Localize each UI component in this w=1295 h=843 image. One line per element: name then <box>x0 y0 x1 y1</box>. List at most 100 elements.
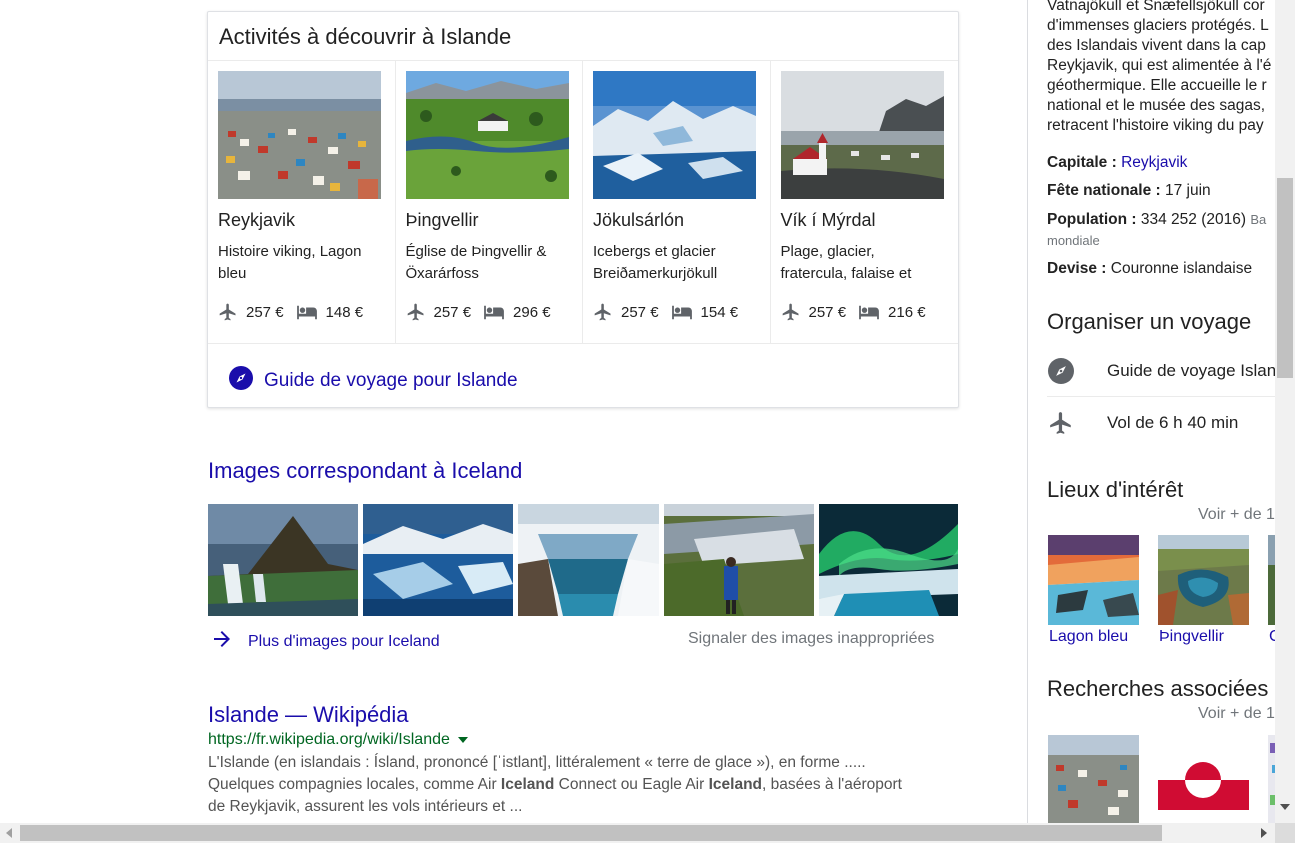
thingvellir-photo <box>1158 535 1249 625</box>
knowledge-panel: Vatnajökull et Snæfellsjökull cor d'imme… <box>1047 0 1275 823</box>
airplane-icon <box>1047 410 1075 436</box>
poi-blue-lagoon[interactable]: Lagon bleu <box>1048 535 1139 645</box>
flight-price: 257 € <box>621 303 659 321</box>
arrow-right-icon <box>210 627 234 656</box>
fact-source[interactable]: Ba <box>1250 212 1266 227</box>
hotel-bed-icon <box>296 303 318 321</box>
plan-trip-heading: Organiser un voyage <box>1047 309 1252 334</box>
scroll-left-arrow-icon[interactable] <box>6 828 12 838</box>
flight-price: 257 € <box>808 303 847 321</box>
related-third[interactable] <box>1268 735 1275 823</box>
reykjavik-photo[interactable] <box>218 71 381 199</box>
tile-prices: 257 € 216 € <box>781 302 926 322</box>
capital-link[interactable]: Reykjavik <box>1121 154 1187 171</box>
related-reykjavik[interactable] <box>1048 735 1139 823</box>
kp-description-line: retracent l'histoire viking du pay <box>1047 117 1264 134</box>
activity-tile-jokulsarlon[interactable]: Jökulsárlón Icebergs et glacier Breiðame… <box>583 61 771 343</box>
tile-name: Vík í Mýrdal <box>780 210 876 230</box>
compass-icon <box>1047 358 1075 384</box>
image-result-kirkjufell[interactable] <box>208 504 358 616</box>
kp-fact-currency: Devise : Couronne islandaise <box>1047 260 1252 278</box>
travel-guide-label: Guide de voyage pour Islande <box>264 370 518 391</box>
image-strip <box>208 504 958 616</box>
travel-guide-link[interactable]: Guide de voyage pour Islande <box>229 366 518 396</box>
kp-description-line: d'immenses glaciers protégés. L <box>1047 17 1269 34</box>
kp-fact-capital: Capitale : Reykjavik <box>1047 154 1187 172</box>
fact-label: Population : <box>1047 211 1137 228</box>
related-searches-heading: Recherches associées <box>1047 676 1269 701</box>
fact-value: 17 juin <box>1165 182 1211 199</box>
activity-tile-vik[interactable]: Vík í Mýrdal Plage, glacier, fratercula,… <box>771 61 959 343</box>
tile-prices: 257 € 154 € <box>593 302 738 322</box>
activity-tiles: Reykjavik Histoire viking, Lagon bleu 25… <box>208 61 958 343</box>
snippet-line: L'Islande (en islandais : Ísland, pronon… <box>208 754 866 771</box>
tile-description: Église de Þingvellir & Öxarárfoss <box>405 243 547 282</box>
plan-trip-flight-row[interactable]: Vol de 6 h 40 min <box>1047 399 1275 447</box>
tile-prices: 257 € 296 € <box>406 302 551 322</box>
airplane-icon <box>593 302 613 322</box>
poi-third-photo <box>1268 535 1275 625</box>
hotel-price: 296 € <box>513 303 551 321</box>
airplane-icon <box>781 302 801 322</box>
kp-description-line: géothermique. Elle accueille le r <box>1047 77 1267 94</box>
airplane-icon <box>218 302 238 322</box>
knowledge-panel-divider <box>1027 0 1028 823</box>
kp-description-line: national et le musée des sagas, <box>1047 97 1265 114</box>
report-images-link[interactable]: Signaler des images inappropriées <box>688 630 934 648</box>
result-url: https://fr.wikipedia.org/wiki/Islande <box>208 731 468 749</box>
hotel-price: 148 € <box>325 303 364 321</box>
fact-label: Fête nationale : <box>1047 182 1161 199</box>
activities-title: Activités à découvrir à Islande <box>219 24 512 49</box>
jokulsarlon-photo[interactable] <box>593 71 756 199</box>
poi-heading: Lieux d'intérêt <box>1047 477 1184 502</box>
scroll-down-arrow-icon[interactable] <box>1280 804 1290 810</box>
fact-source-continued[interactable]: mondiale <box>1047 233 1100 248</box>
snippet-text: Quelques compagnies locales, comme Air <box>208 776 501 793</box>
fact-value: Couronne islandaise <box>1110 260 1253 277</box>
result-title-link[interactable]: Islande — Wikipédia <box>208 702 409 728</box>
poi-see-more-link[interactable]: Voir + de 1 <box>1198 506 1275 524</box>
related-greenland[interactable] <box>1158 735 1249 823</box>
image-result-aurora[interactable] <box>819 504 958 616</box>
image-result-ice-lagoon[interactable] <box>363 504 513 616</box>
dropdown-caret-icon[interactable] <box>457 737 468 743</box>
kp-fact-population: Population : 334 252 (2016) Ba <box>1047 211 1266 229</box>
blue-lagoon-photo <box>1048 535 1139 625</box>
image-result-gullfoss[interactable] <box>664 504 814 616</box>
poi-thingvellir[interactable]: Þingvellir <box>1158 535 1249 645</box>
snippet-line: Quelques compagnies locales, comme Air I… <box>208 774 948 796</box>
plan-trip-flight-label: Vol de 6 h 40 min <box>1107 413 1239 432</box>
hotel-bed-icon <box>483 303 505 321</box>
vertical-scrollbar[interactable] <box>1275 0 1295 823</box>
tile-name: Jökulsárlón <box>593 210 685 230</box>
activity-tile-thingvellir[interactable]: Þingvellir Église de Þingvellir & Öxarár… <box>396 61 583 343</box>
kp-description: Vatnajökull et Snæfellsjökull cor d'imme… <box>1047 0 1275 136</box>
activities-card: Activités à découvrir à Islande Reykjavi… <box>207 11 959 408</box>
hotel-bed-icon <box>671 303 693 321</box>
hotel-price: 216 € <box>888 303 926 321</box>
divider <box>1047 396 1275 397</box>
thingvellir-photo[interactable] <box>405 71 569 199</box>
snippet-text: , basées à l'aéroport <box>762 776 902 793</box>
vik-photo[interactable] <box>780 71 944 199</box>
flight-price: 257 € <box>246 303 284 321</box>
kp-description-line: des Islandais vivent dans la cap <box>1047 37 1266 54</box>
image-result-godafoss[interactable] <box>518 504 659 616</box>
divider <box>208 343 958 344</box>
scroll-right-arrow-icon[interactable] <box>1261 828 1267 838</box>
related-see-more-link[interactable]: Voir + de 1 <box>1198 705 1275 723</box>
horizontal-scrollbar[interactable] <box>0 823 1275 843</box>
more-images-link[interactable]: Plus d'images pour Iceland <box>210 627 440 656</box>
kp-description-line: Reykjavik, qui est alimentée à l'é <box>1047 57 1272 74</box>
tile-description: Plage, glacier, fratercula, falaise et <box>780 243 912 282</box>
horizontal-scrollbar-thumb[interactable] <box>20 825 1162 841</box>
snippet-highlight: Iceland <box>708 776 763 793</box>
hotel-price: 154 € <box>700 303 739 321</box>
images-heading-link[interactable]: Images correspondant à Iceland <box>208 458 522 484</box>
vertical-scrollbar-thumb[interactable] <box>1277 178 1293 378</box>
plan-trip-guide-row[interactable]: Guide de voyage Islan <box>1047 347 1275 395</box>
activity-tile-reykjavik[interactable]: Reykjavik Histoire viking, Lagon bleu 25… <box>208 61 396 343</box>
more-images-label: Plus d'images pour Iceland <box>248 632 440 650</box>
snippet-line: de Reykjavik, assurent les vols intérieu… <box>208 798 523 815</box>
poi-third[interactable]: C <box>1268 535 1275 645</box>
